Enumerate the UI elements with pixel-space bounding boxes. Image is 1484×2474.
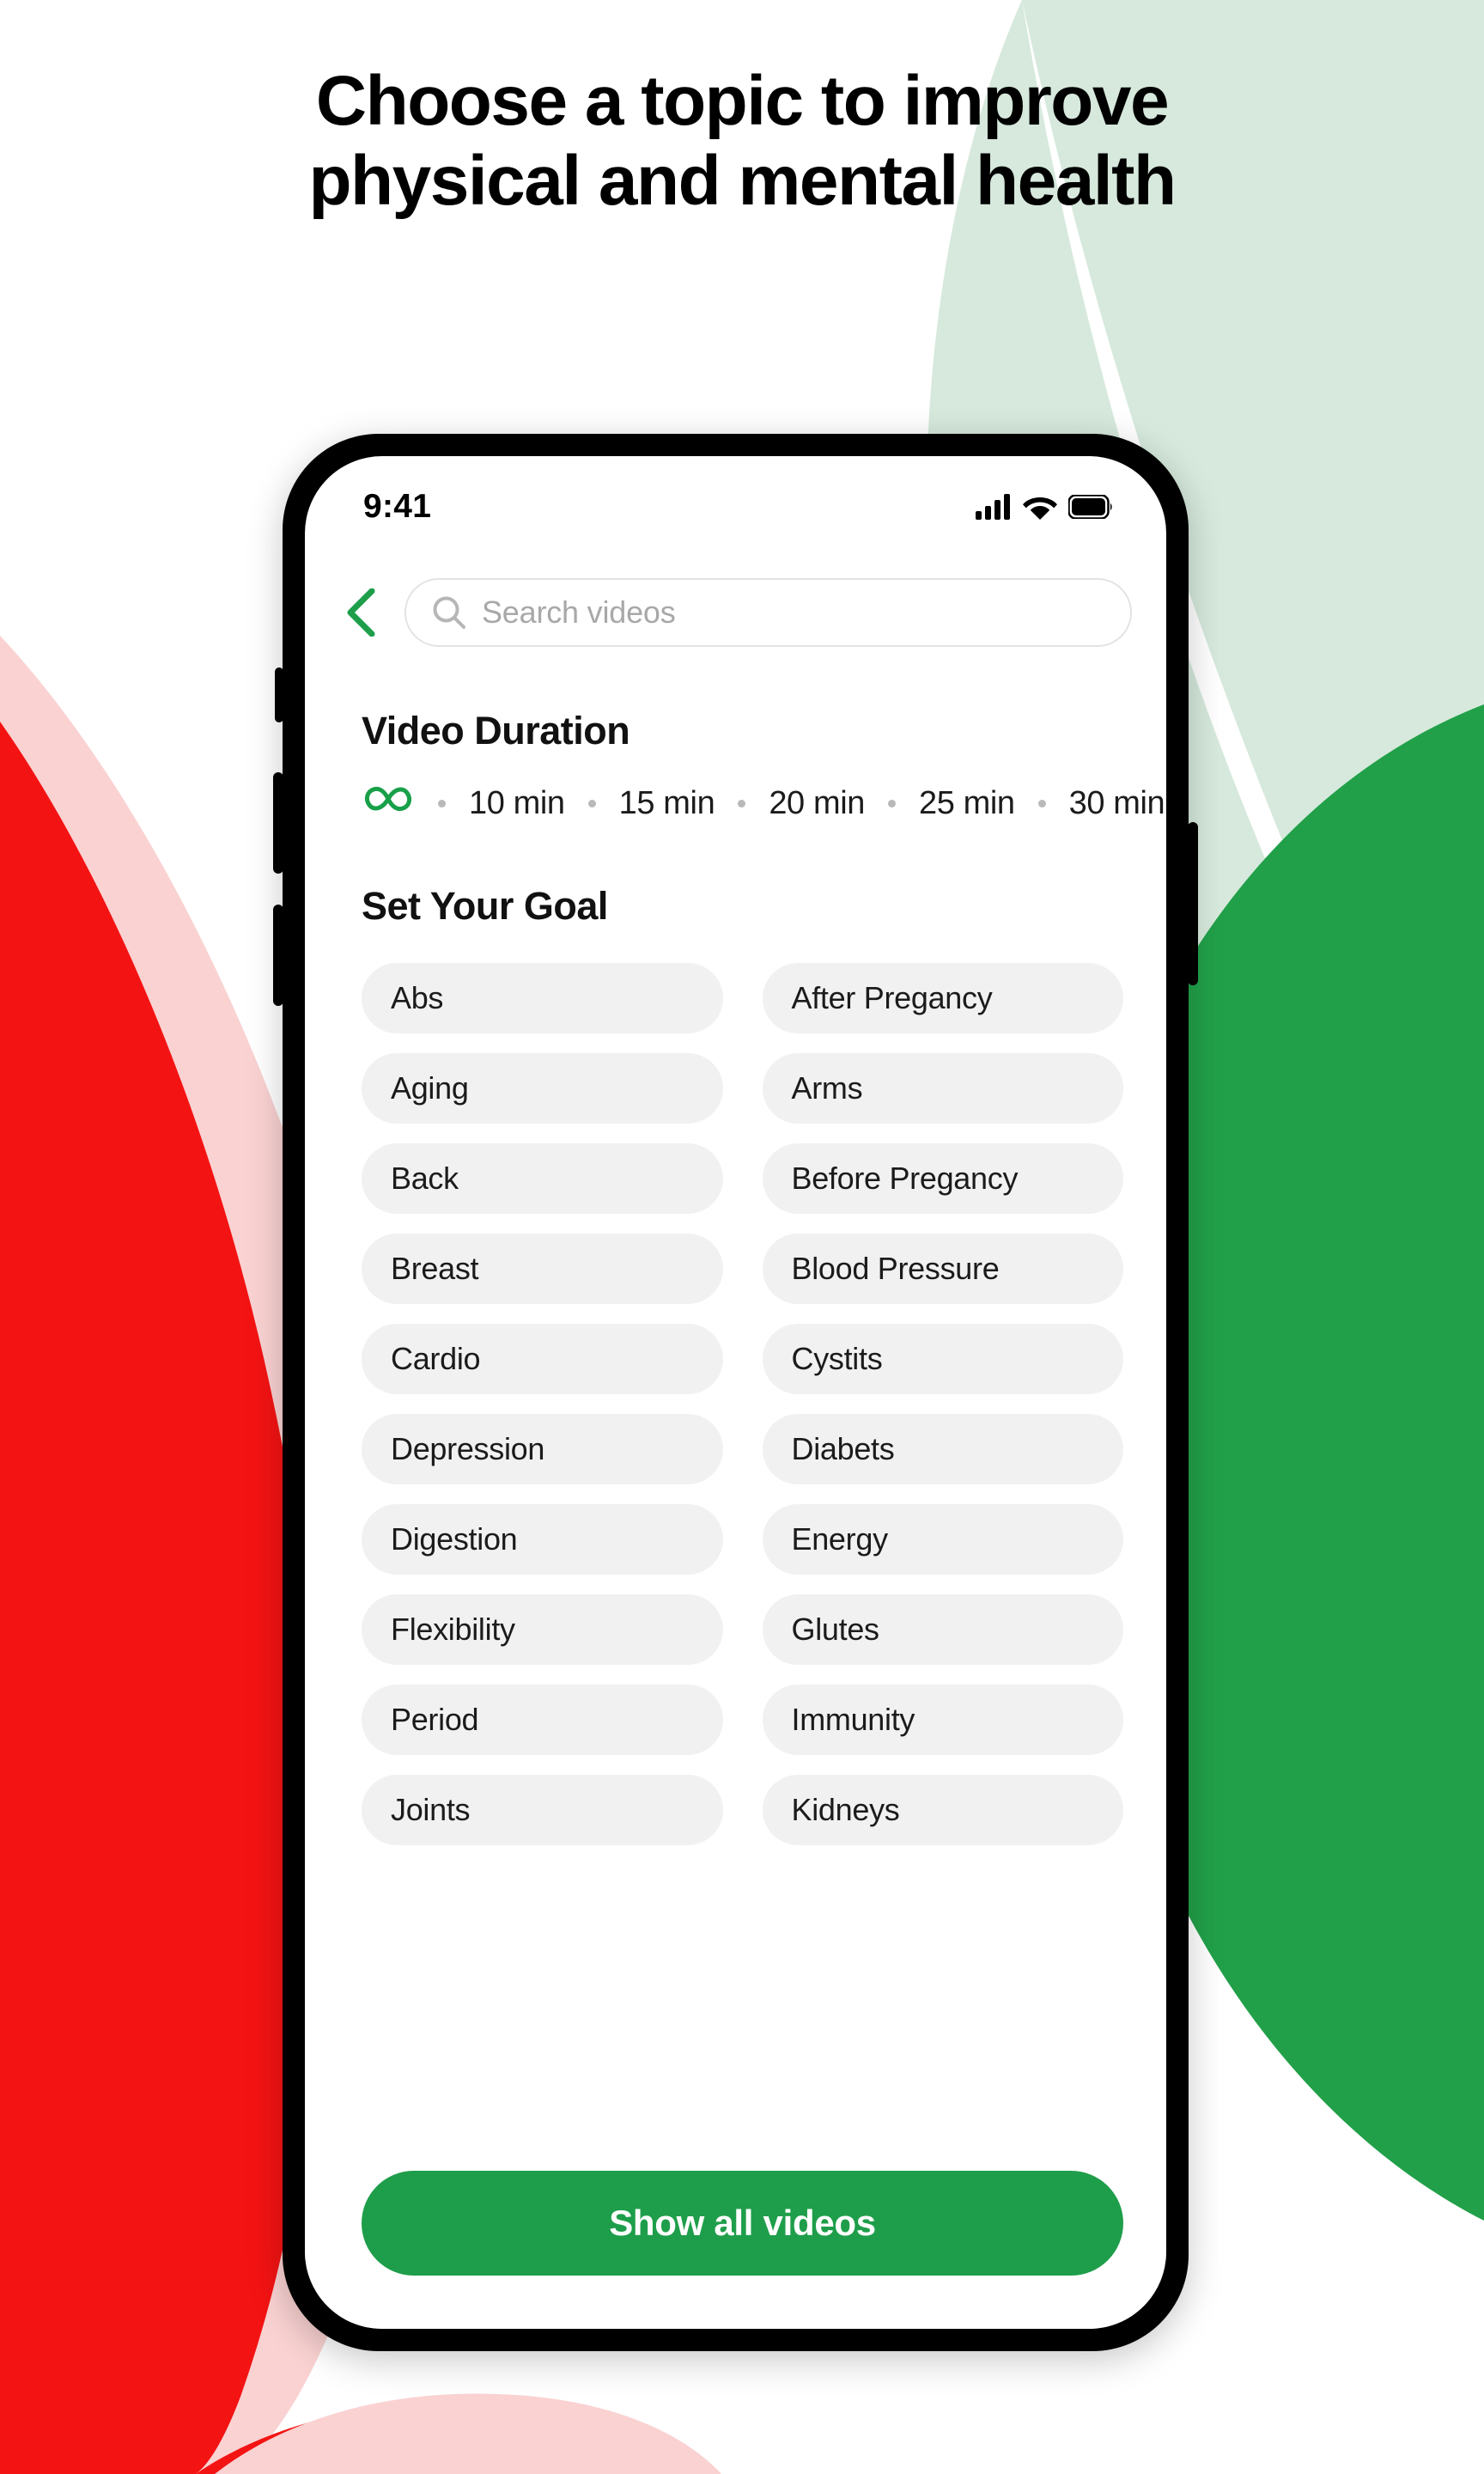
- goal-chip-joints[interactable]: Joints: [362, 1775, 723, 1845]
- goal-chip-cystits[interactable]: Cystits: [762, 1324, 1123, 1394]
- search-header: Search videos: [305, 558, 1166, 667]
- video-duration-title: Video Duration: [362, 709, 630, 753]
- duration-separator-dot: [738, 799, 746, 807]
- phone-screen: 9:41 Search videos Video Duration 10 min…: [305, 456, 1166, 2329]
- goal-chip-period[interactable]: Period: [362, 1685, 723, 1755]
- duration-separator-dot: [1037, 799, 1046, 807]
- search-input[interactable]: Search videos: [404, 578, 1132, 647]
- goal-chip-abs[interactable]: Abs: [362, 963, 723, 1033]
- duration-option-30min[interactable]: 30 min: [1069, 785, 1165, 822]
- duration-option-15min[interactable]: 15 min: [619, 785, 715, 822]
- cellular-signal-icon: [976, 494, 1010, 520]
- duration-option-25min[interactable]: 25 min: [919, 785, 1015, 822]
- video-duration-options: 10 min 15 min 20 min 25 min 30 min: [305, 783, 1166, 824]
- page-title-line-2: physical and mental health: [308, 141, 1177, 220]
- page-title-line-1: Choose a topic to improve: [315, 62, 1170, 140]
- goal-chip-breast[interactable]: Breast: [362, 1234, 723, 1304]
- goal-chip-aging[interactable]: Aging: [362, 1053, 723, 1124]
- goal-chip-digestion[interactable]: Digestion: [362, 1504, 723, 1575]
- page-title: Choose a topic to improve physical and m…: [0, 62, 1484, 221]
- power-button[interactable]: [1188, 822, 1198, 985]
- back-button[interactable]: [336, 588, 386, 637]
- duration-option-10min[interactable]: 10 min: [469, 785, 565, 822]
- goal-chip-flexibility[interactable]: Flexibility: [362, 1594, 723, 1665]
- duration-separator-dot: [587, 799, 596, 807]
- show-all-videos-button[interactable]: Show all videos: [362, 2171, 1123, 2276]
- goal-chip-diabets[interactable]: Diabets: [762, 1414, 1123, 1484]
- duration-option-infinity[interactable]: [362, 783, 415, 824]
- set-your-goal-title: Set Your Goal: [362, 884, 608, 928]
- status-bar: 9:41: [305, 456, 1166, 558]
- duration-separator-dot: [887, 799, 896, 807]
- mute-switch[interactable]: [275, 667, 283, 722]
- wifi-icon: [1023, 497, 1057, 520]
- cta-container: Show all videos: [305, 2171, 1166, 2329]
- goal-chip-immunity[interactable]: Immunity: [762, 1685, 1123, 1755]
- volume-up-button[interactable]: [273, 772, 283, 874]
- goal-chip-kidneys[interactable]: Kidneys: [762, 1775, 1123, 1845]
- goal-chip-cardio[interactable]: Cardio: [362, 1324, 723, 1394]
- goal-chip-arms[interactable]: Arms: [762, 1053, 1123, 1124]
- battery-icon: [1068, 495, 1112, 519]
- status-icons: [976, 494, 1113, 520]
- duration-option-20min[interactable]: 20 min: [769, 785, 865, 822]
- screen-content: Video Duration 10 min 15 min 20 min 25 m…: [305, 667, 1166, 1845]
- goal-chip-blood-pressure[interactable]: Blood Pressure: [762, 1234, 1123, 1304]
- search-icon: [433, 596, 465, 629]
- infinity-icon: [364, 786, 412, 812]
- goal-chip-depression[interactable]: Depression: [362, 1414, 723, 1484]
- goal-chip-before-pregancy[interactable]: Before Pregancy: [762, 1143, 1123, 1214]
- goal-chip-glutes[interactable]: Glutes: [762, 1594, 1123, 1665]
- status-time: 9:41: [363, 488, 432, 525]
- goal-chip-grid: Abs After Pregancy Aging Arms Back Befor…: [305, 963, 1166, 1845]
- duration-separator-dot: [438, 799, 446, 807]
- volume-down-button[interactable]: [273, 905, 283, 1006]
- goal-chip-after-pregancy[interactable]: After Pregancy: [762, 963, 1123, 1033]
- search-placeholder: Search videos: [482, 594, 676, 630]
- goal-chip-back[interactable]: Back: [362, 1143, 723, 1214]
- phone-mockup: 9:41 Search videos Video Duration 10 min…: [273, 434, 1198, 2351]
- chevron-left-icon: [347, 588, 375, 637]
- goal-chip-energy[interactable]: Energy: [762, 1504, 1123, 1575]
